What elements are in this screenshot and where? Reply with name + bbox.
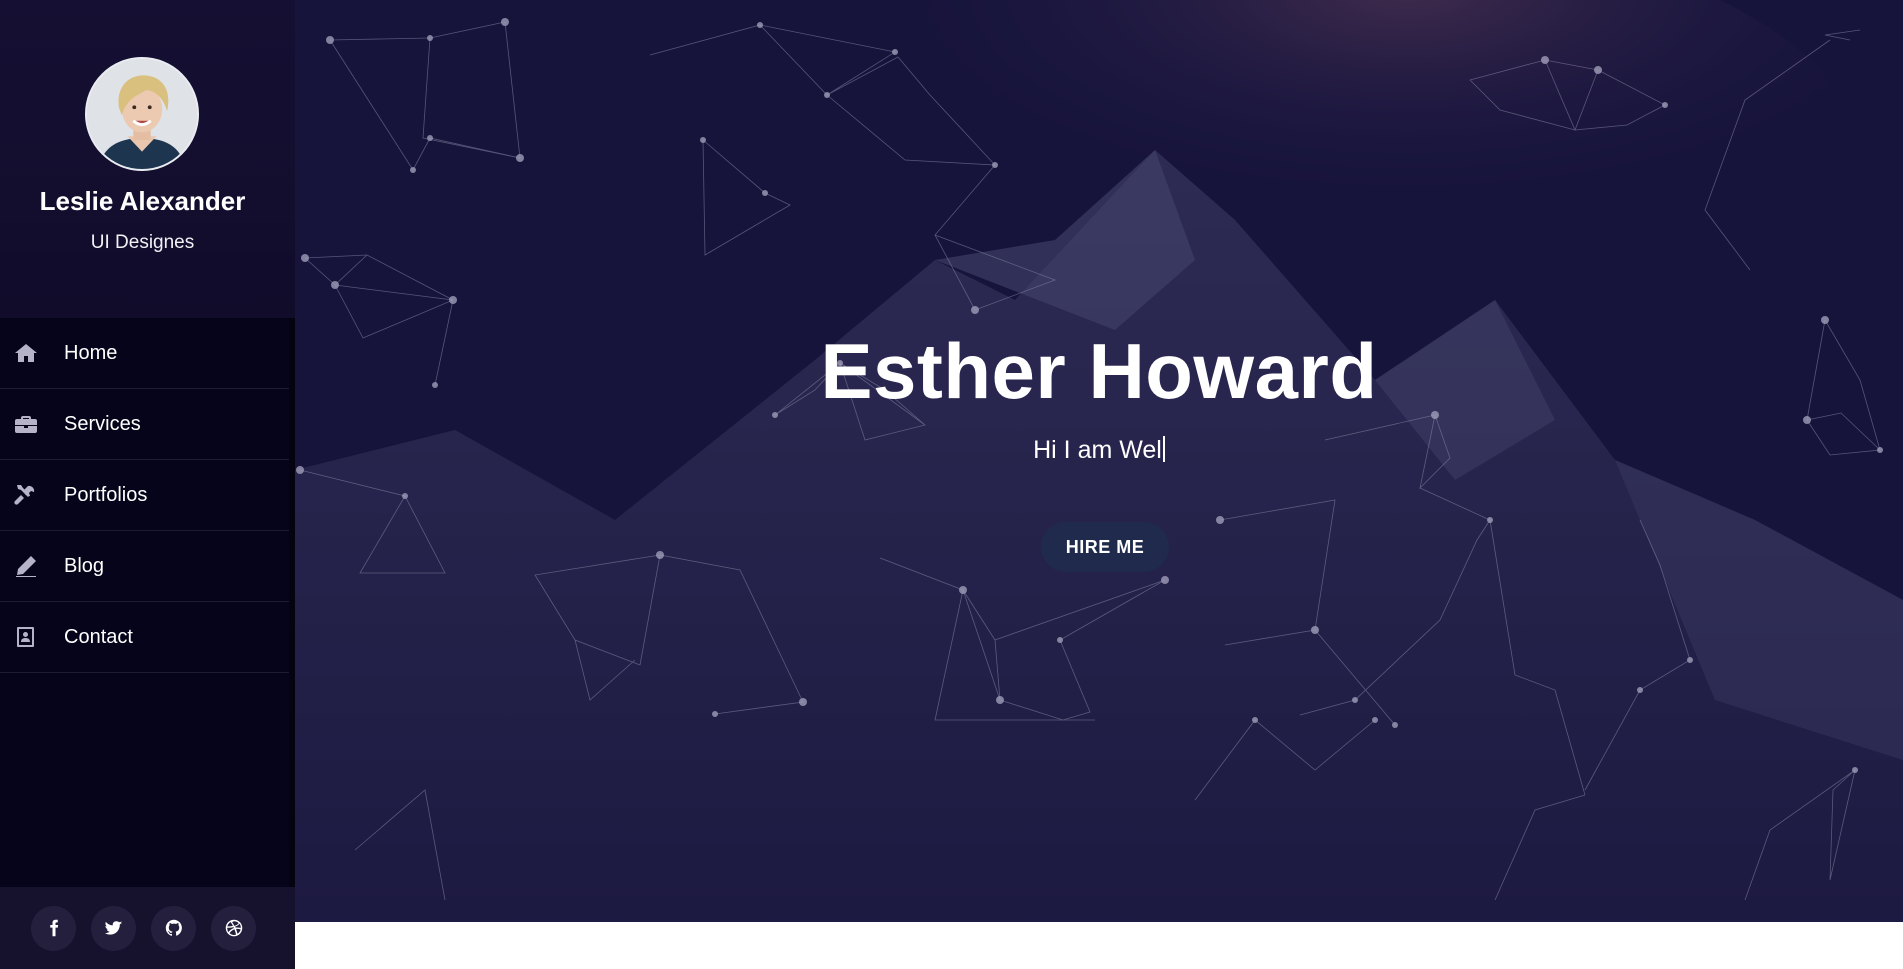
hero-title: Esther Howard bbox=[820, 327, 1378, 415]
sidebar-item-contact[interactable]: Contact bbox=[0, 602, 289, 673]
briefcase-icon bbox=[13, 411, 39, 437]
hire-me-button[interactable]: HIRE ME bbox=[1041, 522, 1169, 572]
tools-icon bbox=[13, 482, 39, 508]
dribbble-icon bbox=[225, 919, 242, 937]
twitter-button[interactable] bbox=[91, 905, 136, 951]
hero-subtitle: Hi I am Wel bbox=[295, 436, 1903, 465]
sidebar-item-label: Home bbox=[64, 341, 118, 364]
twitter-icon bbox=[104, 921, 122, 935]
facebook-icon bbox=[49, 919, 58, 937]
dribbble-button[interactable] bbox=[211, 905, 256, 951]
sidebar-item-portfolios[interactable]: Portfolios bbox=[0, 460, 289, 531]
github-button[interactable] bbox=[151, 905, 196, 951]
profile-name: Leslie Alexander bbox=[39, 186, 246, 216]
profile-role: UI Designes bbox=[90, 232, 195, 253]
page-content-below bbox=[295, 922, 1903, 969]
contact-card-icon bbox=[13, 624, 39, 650]
github-icon bbox=[165, 919, 182, 936]
sidebar-item-label: Portfolios bbox=[64, 483, 148, 506]
sidebar-item-services[interactable]: Services bbox=[0, 389, 289, 460]
pencil-icon bbox=[13, 553, 39, 579]
social-links bbox=[0, 887, 295, 969]
profile-card: Leslie Alexander UI Designes bbox=[0, 0, 295, 318]
typing-cursor bbox=[1162, 436, 1165, 462]
avatar bbox=[85, 57, 199, 171]
hero-section: Esther Howard Hi I am Wel HIRE ME bbox=[295, 0, 1903, 922]
sidebar-nav: Home Services Portfolios Blog Contact bbox=[0, 318, 289, 673]
typed-text: Hi I am Wel bbox=[1033, 436, 1162, 464]
sidebar-item-label: Contact bbox=[64, 625, 133, 648]
sidebar-item-label: Services bbox=[64, 412, 141, 435]
sidebar: Leslie Alexander UI Designes Home Servic… bbox=[0, 0, 295, 969]
sidebar-item-label: Blog bbox=[64, 554, 105, 577]
facebook-button[interactable] bbox=[31, 905, 76, 951]
home-icon bbox=[13, 340, 39, 366]
sidebar-item-blog[interactable]: Blog bbox=[0, 531, 289, 602]
sidebar-item-home[interactable]: Home bbox=[0, 318, 289, 389]
